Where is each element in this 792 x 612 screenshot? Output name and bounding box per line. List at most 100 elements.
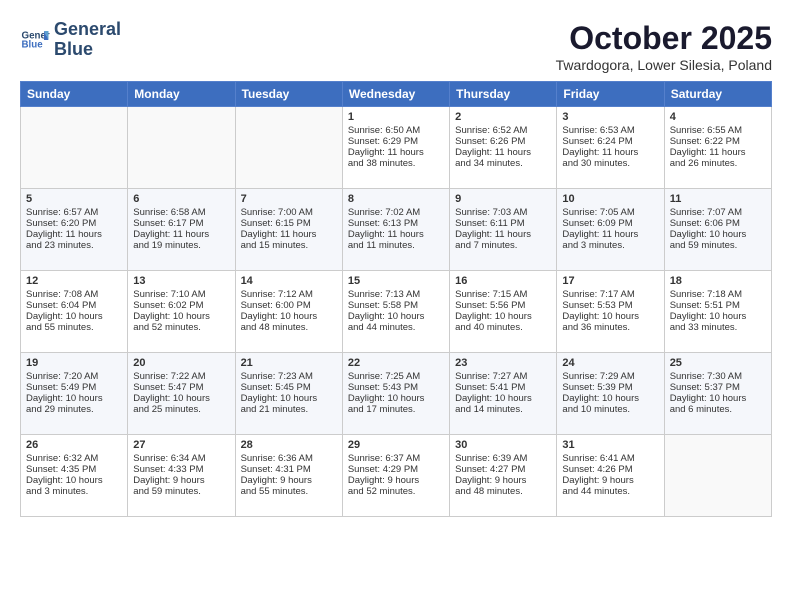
day-number: 11 (670, 193, 766, 205)
calendar-cell: 15Sunrise: 7:13 AMSunset: 5:58 PMDayligh… (342, 271, 449, 353)
title-block: October 2025 Twardogora, Lower Silesia, … (556, 20, 772, 73)
weekday-header-thursday: Thursday (450, 82, 557, 107)
day-info: Daylight: 10 hours (241, 311, 337, 322)
day-info: Sunrise: 6:53 AM (562, 125, 658, 136)
calendar-cell: 17Sunrise: 7:17 AMSunset: 5:53 PMDayligh… (557, 271, 664, 353)
day-number: 2 (455, 111, 551, 123)
day-info: Daylight: 10 hours (670, 229, 766, 240)
calendar-cell (235, 107, 342, 189)
day-info: Sunrise: 7:23 AM (241, 371, 337, 382)
day-info: Sunrise: 7:20 AM (26, 371, 122, 382)
day-info: and 3 minutes. (562, 240, 658, 251)
day-number: 18 (670, 275, 766, 287)
day-info: and 59 minutes. (133, 486, 229, 497)
logo: General Blue General Blue (20, 20, 121, 60)
day-info: Daylight: 10 hours (133, 393, 229, 404)
calendar-week-row: 19Sunrise: 7:20 AMSunset: 5:49 PMDayligh… (21, 353, 772, 435)
day-info: and 11 minutes. (348, 240, 444, 251)
day-info: Daylight: 11 hours (348, 147, 444, 158)
day-info: Sunset: 6:06 PM (670, 218, 766, 229)
day-info: Daylight: 9 hours (133, 475, 229, 486)
calendar-cell: 23Sunrise: 7:27 AMSunset: 5:41 PMDayligh… (450, 353, 557, 435)
calendar-week-row: 5Sunrise: 6:57 AMSunset: 6:20 PMDaylight… (21, 189, 772, 271)
calendar-cell: 27Sunrise: 6:34 AMSunset: 4:33 PMDayligh… (128, 435, 235, 517)
calendar-cell: 24Sunrise: 7:29 AMSunset: 5:39 PMDayligh… (557, 353, 664, 435)
day-number: 9 (455, 193, 551, 205)
weekday-header-row: SundayMondayTuesdayWednesdayThursdayFrid… (21, 82, 772, 107)
day-info: Sunrise: 6:50 AM (348, 125, 444, 136)
day-info: Sunrise: 7:18 AM (670, 289, 766, 300)
day-info: Sunrise: 6:58 AM (133, 207, 229, 218)
day-info: Daylight: 11 hours (562, 147, 658, 158)
calendar-cell: 13Sunrise: 7:10 AMSunset: 6:02 PMDayligh… (128, 271, 235, 353)
day-info: and 14 minutes. (455, 404, 551, 415)
day-info: and 36 minutes. (562, 322, 658, 333)
day-info: Sunset: 4:31 PM (241, 464, 337, 475)
day-number: 8 (348, 193, 444, 205)
day-info: Sunset: 6:11 PM (455, 218, 551, 229)
day-info: Sunset: 6:20 PM (26, 218, 122, 229)
day-info: Sunset: 5:45 PM (241, 382, 337, 393)
day-info: Sunset: 6:29 PM (348, 136, 444, 147)
day-number: 26 (26, 439, 122, 451)
calendar-cell: 6Sunrise: 6:58 AMSunset: 6:17 PMDaylight… (128, 189, 235, 271)
day-info: and 10 minutes. (562, 404, 658, 415)
calendar-cell: 18Sunrise: 7:18 AMSunset: 5:51 PMDayligh… (664, 271, 771, 353)
day-info: Sunset: 5:49 PM (26, 382, 122, 393)
day-info: Sunrise: 6:57 AM (26, 207, 122, 218)
calendar-cell: 9Sunrise: 7:03 AMSunset: 6:11 PMDaylight… (450, 189, 557, 271)
calendar-table: SundayMondayTuesdayWednesdayThursdayFrid… (20, 81, 772, 517)
day-info: Sunrise: 7:08 AM (26, 289, 122, 300)
calendar-cell: 25Sunrise: 7:30 AMSunset: 5:37 PMDayligh… (664, 353, 771, 435)
day-info: and 44 minutes. (348, 322, 444, 333)
day-number: 13 (133, 275, 229, 287)
day-info: and 3 minutes. (26, 486, 122, 497)
weekday-header-friday: Friday (557, 82, 664, 107)
day-info: Daylight: 11 hours (670, 147, 766, 158)
day-info: Sunset: 6:24 PM (562, 136, 658, 147)
day-info: Daylight: 10 hours (26, 311, 122, 322)
day-info: Sunrise: 7:27 AM (455, 371, 551, 382)
day-info: Sunset: 6:09 PM (562, 218, 658, 229)
day-info: Sunrise: 7:03 AM (455, 207, 551, 218)
day-info: Daylight: 11 hours (26, 229, 122, 240)
day-number: 27 (133, 439, 229, 451)
day-info: Daylight: 9 hours (455, 475, 551, 486)
day-info: Sunrise: 6:34 AM (133, 453, 229, 464)
day-info: Daylight: 11 hours (133, 229, 229, 240)
calendar-cell: 12Sunrise: 7:08 AMSunset: 6:04 PMDayligh… (21, 271, 128, 353)
day-info: Sunset: 6:26 PM (455, 136, 551, 147)
day-info: Sunrise: 6:37 AM (348, 453, 444, 464)
day-number: 21 (241, 357, 337, 369)
calendar-cell: 16Sunrise: 7:15 AMSunset: 5:56 PMDayligh… (450, 271, 557, 353)
day-number: 12 (26, 275, 122, 287)
day-info: Daylight: 9 hours (241, 475, 337, 486)
day-info: and 29 minutes. (26, 404, 122, 415)
day-info: Sunset: 6:00 PM (241, 300, 337, 311)
day-number: 25 (670, 357, 766, 369)
weekday-header-wednesday: Wednesday (342, 82, 449, 107)
day-info: Sunrise: 7:02 AM (348, 207, 444, 218)
day-info: Sunset: 4:26 PM (562, 464, 658, 475)
day-info: Daylight: 10 hours (562, 393, 658, 404)
day-info: and 59 minutes. (670, 240, 766, 251)
day-info: Daylight: 11 hours (348, 229, 444, 240)
day-number: 16 (455, 275, 551, 287)
day-info: Sunrise: 7:25 AM (348, 371, 444, 382)
day-info: Sunrise: 7:00 AM (241, 207, 337, 218)
day-info: and 55 minutes. (241, 486, 337, 497)
day-info: Daylight: 10 hours (133, 311, 229, 322)
day-info: Sunset: 6:17 PM (133, 218, 229, 229)
day-info: and 55 minutes. (26, 322, 122, 333)
day-info: and 17 minutes. (348, 404, 444, 415)
day-info: Daylight: 10 hours (26, 475, 122, 486)
calendar-cell: 1Sunrise: 6:50 AMSunset: 6:29 PMDaylight… (342, 107, 449, 189)
day-info: Sunrise: 6:52 AM (455, 125, 551, 136)
day-info: Sunrise: 6:32 AM (26, 453, 122, 464)
day-info: and 30 minutes. (562, 158, 658, 169)
day-info: Daylight: 10 hours (348, 393, 444, 404)
day-info: Daylight: 10 hours (455, 393, 551, 404)
day-number: 22 (348, 357, 444, 369)
day-info: Daylight: 10 hours (348, 311, 444, 322)
logo-line1: General (54, 20, 121, 40)
